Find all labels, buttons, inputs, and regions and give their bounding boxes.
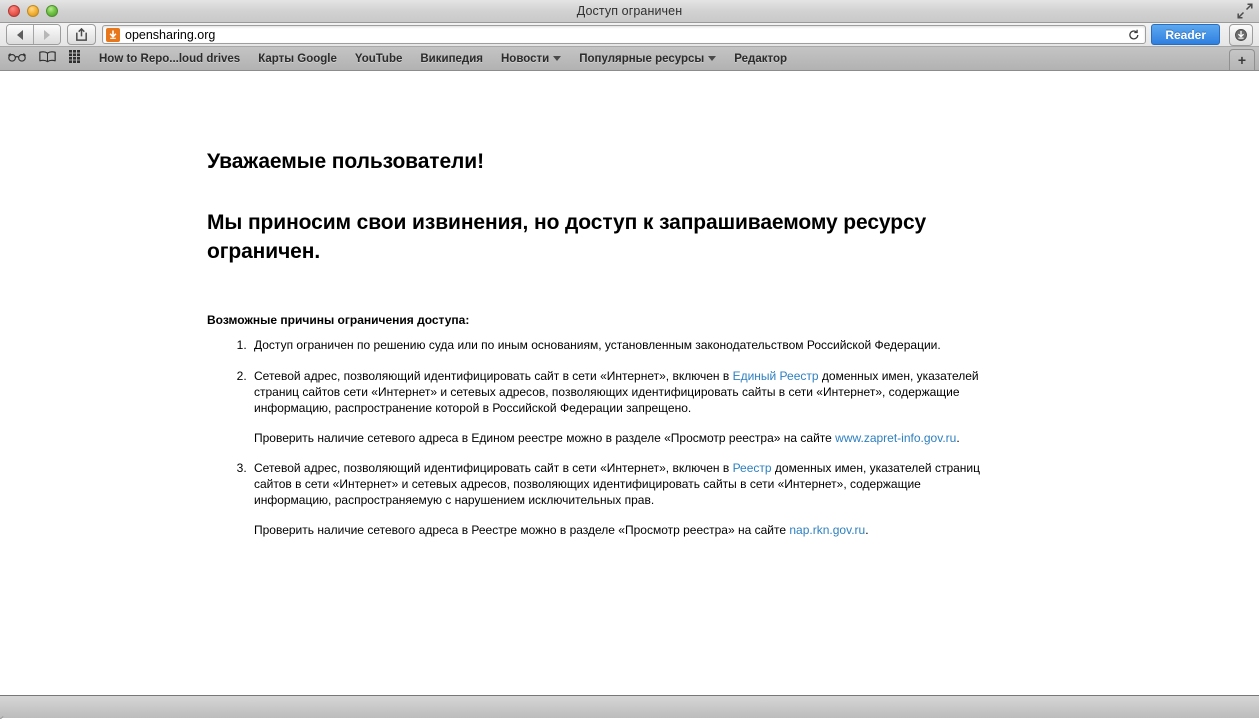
address-bar[interactable]: opensharing.org (102, 25, 1147, 44)
bookmark-item-wikipedia[interactable]: Википедия (420, 53, 483, 65)
bookmark-label: Популярные ресурсы (579, 52, 705, 65)
back-button[interactable] (7, 25, 33, 44)
window-controls (0, 5, 58, 17)
chevron-down-icon (553, 56, 562, 61)
new-tab-button[interactable]: + (1229, 49, 1255, 70)
glasses-icon (8, 52, 26, 62)
downloads-icon (1235, 28, 1247, 41)
blocked-notice: Уважаемые пользователи! Мы приносим свои… (0, 71, 1007, 539)
reader-button[interactable]: Reader (1151, 24, 1220, 45)
share-button[interactable] (67, 24, 96, 45)
list-item: Сетевой адрес, позволяющий идентифициров… (250, 369, 989, 446)
reason-text: Сетевой адрес, позволяющий идентифициров… (254, 369, 733, 384)
page-greeting: Уважаемые пользователи! (207, 150, 484, 173)
bookmark-label: Карты Google (258, 52, 337, 65)
top-sites-icon[interactable] (69, 49, 83, 68)
browser-window: Доступ ограничен opensharing.org Reader … (0, 0, 1259, 720)
grid-icon (69, 49, 80, 63)
titlebar[interactable]: Доступ ограничен (0, 0, 1259, 23)
nap-rkn-link[interactable]: nap.rkn.gov.ru (789, 523, 865, 537)
bookmarks-bar-icons (8, 49, 83, 68)
downloads-button[interactable] (1229, 23, 1253, 46)
list-item: Сетевой адрес, позволяющий идентифициров… (250, 461, 989, 538)
site-favicon-download-icon (106, 27, 120, 42)
forward-button[interactable] (33, 25, 60, 44)
chevron-left-icon (17, 29, 23, 40)
bookmark-label: Новости (501, 52, 550, 65)
bookmark-folder-popular-resources[interactable]: Популярные ресурсы (579, 52, 717, 65)
bookmarks-icon[interactable] (39, 50, 56, 68)
minimize-window-button[interactable] (27, 5, 39, 17)
bookmark-item-google-maps[interactable]: Карты Google (258, 53, 337, 65)
resize-grip[interactable] (0, 706, 12, 720)
page-title: Мы приносим свои извинения, но доступ к … (207, 211, 927, 264)
bookmark-item-redaktor[interactable]: Редактор (734, 53, 787, 65)
fullscreen-button[interactable] (1237, 3, 1253, 24)
close-window-button[interactable] (8, 5, 20, 17)
bookmarks-bar: How to Repo...loud drives Карты Google Y… (0, 3, 1259, 71)
note-text: Проверить наличие сетевого адреса в Един… (254, 430, 836, 445)
reason-note: Проверить наличие сетевого адреса в Един… (254, 431, 989, 447)
open-book-icon (39, 50, 56, 62)
reason-text: Сетевой адрес, позволяющий идентифициров… (254, 461, 733, 476)
reasons-list: Доступ ограничен по решению суда или по … (207, 338, 1007, 538)
maximize-window-button[interactable] (46, 5, 58, 17)
bookmark-label: Редактор (734, 52, 788, 65)
registry-link[interactable]: Единый Реестр (733, 369, 819, 383)
bookmark-item-youtube[interactable]: YouTube (355, 53, 402, 65)
note-text-after: . (956, 430, 960, 445)
bookmark-label: How to Repo...loud drives (99, 52, 241, 65)
reload-icon (1129, 29, 1139, 40)
bookmark-item-how-to-repo[interactable]: How to Repo...loud drives (99, 53, 240, 65)
reason-text: Доступ ограничен по решению суда или по … (254, 338, 941, 353)
navigation-buttons (6, 24, 61, 45)
note-text: Проверить наличие сетевого адреса в Реес… (254, 522, 790, 537)
reason-note: Проверить наличие сетевого адреса в Реес… (254, 523, 989, 539)
fullscreen-arrows-icon (1237, 3, 1253, 19)
bookmark-folder-novosti[interactable]: Новости (501, 52, 562, 65)
reading-list-icon[interactable] (8, 50, 26, 68)
page-content-area: Уважаемые пользователи! Мы приносим свои… (0, 71, 1259, 695)
bookmark-label: Википедия (420, 52, 483, 65)
list-item: Доступ ограничен по решению суда или по … (250, 338, 989, 354)
reload-button[interactable] (1125, 29, 1143, 41)
chevron-right-icon (44, 29, 50, 40)
status-bar (0, 695, 1259, 720)
resize-grip-icon (0, 716, 4, 720)
zapret-info-link[interactable]: www.zapret-info.gov.ru (835, 431, 956, 445)
url-text[interactable]: opensharing.org (125, 28, 1125, 42)
reasons-heading: Возможные причины ограничения доступа: (207, 313, 470, 328)
window-title: Доступ ограничен (576, 4, 683, 18)
share-icon (76, 27, 87, 41)
download-arrow-icon (109, 29, 117, 39)
reestr-link[interactable]: Реестр (733, 461, 772, 475)
browser-toolbar: opensharing.org Reader (0, 23, 1259, 47)
note-text-after: . (865, 522, 869, 537)
bookmark-label: YouTube (354, 52, 403, 65)
chevron-down-icon (708, 56, 717, 61)
